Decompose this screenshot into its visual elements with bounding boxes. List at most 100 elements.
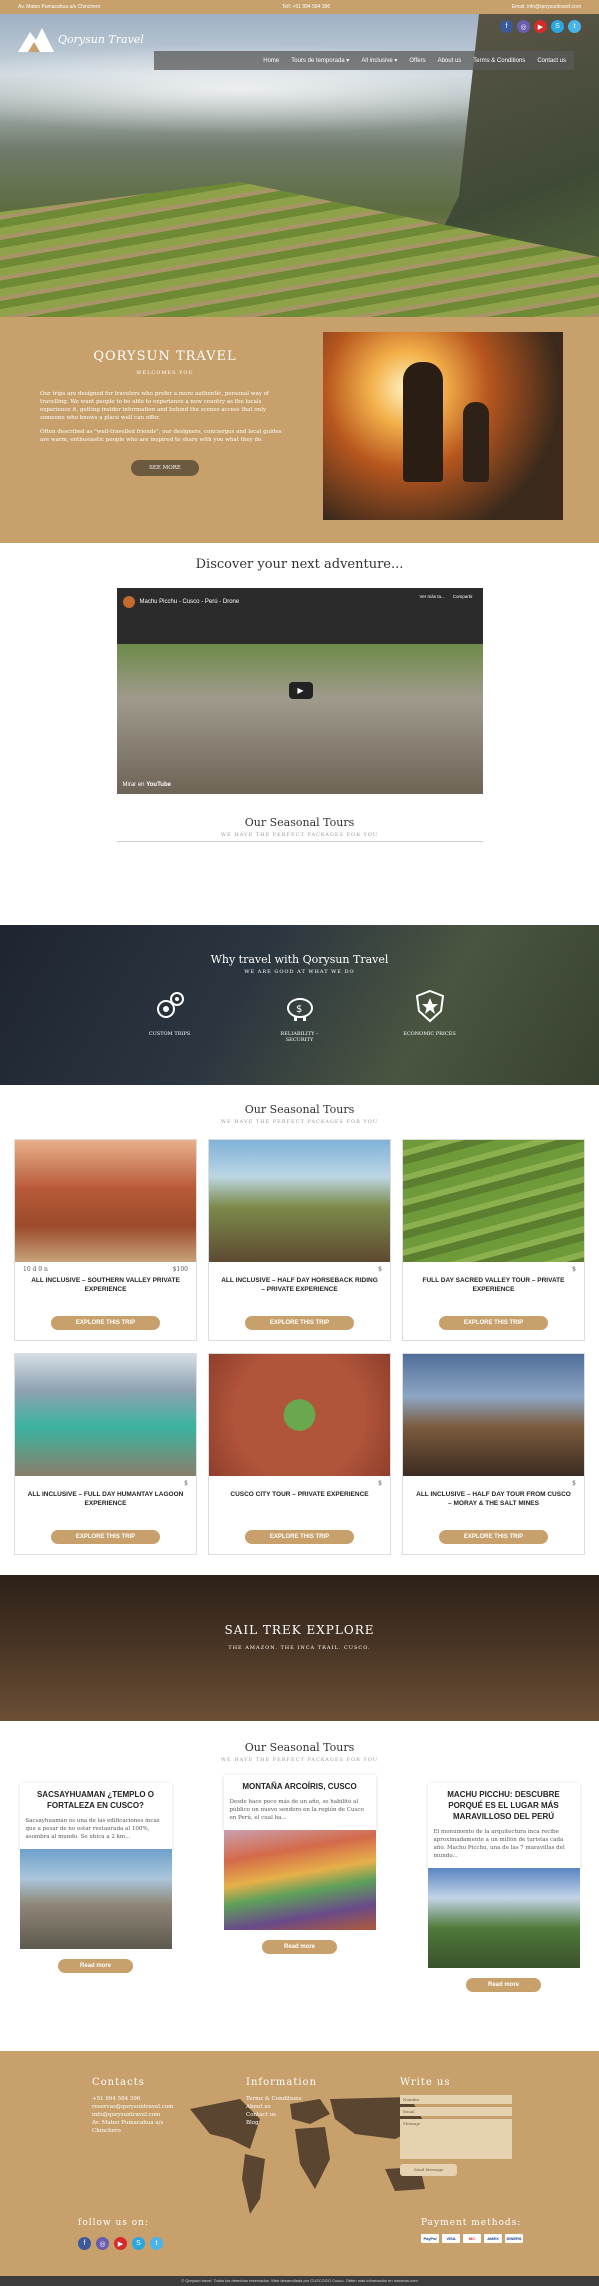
discover-section: Discover your next adventure... Machu Pi… xyxy=(0,543,599,925)
feature-custom-trips: CUSTOM TRIPS xyxy=(140,989,200,1043)
nav-terms[interactable]: Terms & Conditions xyxy=(473,58,525,64)
feature-economic-prices: ECONOMIC PRICES xyxy=(400,989,460,1043)
facebook-icon[interactable]: f xyxy=(500,20,513,33)
message-field[interactable]: Mensaje xyxy=(400,2119,512,2159)
tour-card[interactable]: $ FULL DAY SACRED VALLEY TOUR – PRIVATE … xyxy=(402,1139,585,1341)
nav-home[interactable]: Home xyxy=(263,58,279,64)
tour-card[interactable]: $ ALL INCLUSIVE – HALF DAY HORSEBACK RID… xyxy=(208,1139,391,1341)
post-excerpt: El monumento de la arquitectura inca rec… xyxy=(433,1829,565,1859)
twitter-icon[interactable]: t xyxy=(568,20,581,33)
youtube-video-embed[interactable]: Machu Picchu - Cusco - Perú - Drone Ver … xyxy=(116,588,483,794)
blog-title: Our Seasonal Tours xyxy=(244,1741,355,1754)
why-title: Why travel with Qorysun Travel xyxy=(210,953,389,966)
post-title[interactable]: MACHU PICCHU: DESCUBRE PORQUÉ ES EL LUGA… xyxy=(434,1789,574,1822)
channel-avatar[interactable] xyxy=(122,596,135,608)
contact-email-info[interactable]: info@qorysuntravel.com xyxy=(92,2111,182,2119)
phone-link[interactable]: Telf: +51 994 584 396 xyxy=(282,4,330,10)
post-image-rainbow-mountain[interactable] xyxy=(223,1830,376,1930)
nav-offers[interactable]: Offers xyxy=(409,58,425,64)
tour-image-southern-valley[interactable] xyxy=(15,1140,196,1262)
youtube-icon[interactable]: ▶ xyxy=(114,2237,127,2250)
tour-name[interactable]: ALL INCLUSIVE – HALF DAY HORSEBACK RIDIN… xyxy=(209,1274,390,1300)
see-more-button[interactable]: SEE MORE xyxy=(131,460,199,476)
site-logo[interactable]: Qorysun Travel xyxy=(18,24,144,54)
read-more-button[interactable]: Read more xyxy=(261,1940,337,1954)
feature-label: ECONOMIC PRICES xyxy=(403,1031,456,1037)
footer-information: Information Terms & Conditions About us … xyxy=(246,2078,336,2127)
footer-link-terms[interactable]: Terms & Conditions xyxy=(246,2095,336,2103)
email-link[interactable]: Email: info@qorysuntravel.com xyxy=(512,4,581,10)
nav-contact[interactable]: Contact us xyxy=(537,58,566,64)
top-info-bar: Av. Mateo Pumacahua a/s Chinchero Telf: … xyxy=(0,0,599,14)
tour-price: $ xyxy=(378,1266,382,1273)
banner-title: SAIL TREK EXPLORE xyxy=(224,1623,375,1637)
contact-city: Chinchero xyxy=(92,2128,121,2134)
explore-trip-button[interactable]: EXPLORE THIS TRIP xyxy=(51,1316,160,1330)
feature-label: CUSTOM TRIPS xyxy=(148,1031,191,1037)
contact-email-reservas[interactable]: reservas@qorysuntravel.com xyxy=(92,2103,182,2111)
watch-on-youtube[interactable]: Mirar en YouTube xyxy=(123,782,171,788)
tour-image-sacred-valley[interactable] xyxy=(403,1140,584,1262)
gears-icon xyxy=(156,992,184,1018)
main-nav: Home Tours de temporada ▾ All inclusive … xyxy=(154,51,574,70)
tour-name[interactable]: CUSCO CITY TOUR – PRIVATE EXPERIENCE xyxy=(209,1488,390,1514)
diners-icon: DINERS xyxy=(505,2234,523,2243)
tour-image-cusco-city[interactable] xyxy=(209,1354,390,1476)
email-field[interactable]: Email xyxy=(400,2107,512,2116)
explore-trip-button[interactable]: EXPLORE THIS TRIP xyxy=(245,1316,354,1330)
tour-name[interactable]: ALL INCLUSIVE – SOUTHERN VALLEY PRIVATE … xyxy=(15,1274,196,1300)
name-field[interactable]: Nombre xyxy=(400,2095,512,2104)
youtube-icon[interactable]: ▶ xyxy=(534,20,547,33)
hero-banner: Qorysun Travel f ◎ ▶ S t Home Tours de t… xyxy=(0,14,599,317)
tours-title: Our Seasonal Tours xyxy=(244,1103,355,1116)
tour-card[interactable]: $ ALL INCLUSIVE – HALF DAY TOUR FROM CUS… xyxy=(402,1353,585,1555)
footer-link-contact[interactable]: Contact us xyxy=(246,2111,336,2119)
play-icon[interactable]: ▶ xyxy=(288,682,313,699)
tour-image-horseback[interactable] xyxy=(209,1140,390,1262)
post-image-sacsayhuaman[interactable] xyxy=(19,1849,172,1949)
tour-name[interactable]: ALL INCLUSIVE – HALF DAY TOUR FROM CUSCO… xyxy=(403,1488,584,1514)
tour-name[interactable]: ALL INCLUSIVE – FULL DAY HUMANTAY LAGOON… xyxy=(15,1488,196,1514)
share-button[interactable]: Compartir xyxy=(453,594,473,599)
video-header: Machu Picchu - Cusco - Perú - Drone xyxy=(117,588,483,616)
explore-trip-button[interactable]: EXPLORE THIS TRIP xyxy=(439,1316,548,1330)
explore-trip-button[interactable]: EXPLORE THIS TRIP xyxy=(51,1530,160,1544)
read-more-button[interactable]: Read more xyxy=(465,1978,541,1992)
nav-all-inclusive[interactable]: All inclusive ▾ xyxy=(361,57,397,64)
twitter-icon[interactable]: t xyxy=(150,2237,163,2250)
instagram-icon[interactable]: ◎ xyxy=(96,2237,109,2250)
footer-link-about[interactable]: About us xyxy=(246,2103,336,2111)
tour-card[interactable]: 10 d 9 n $100 ALL INCLUSIVE – SOUTHERN VA… xyxy=(14,1139,197,1341)
amex-icon: AMEX xyxy=(484,2234,502,2243)
skype-icon[interactable]: S xyxy=(132,2237,145,2250)
instagram-icon[interactable]: ◎ xyxy=(517,20,530,33)
post-image-machu-picchu[interactable] xyxy=(427,1868,580,1968)
footer-follow: follow us on: f ◎ ▶ S t xyxy=(78,2218,163,2250)
nav-seasonal-tours[interactable]: Tours de temporada ▾ xyxy=(291,57,349,64)
explore-trip-button[interactable]: EXPLORE THIS TRIP xyxy=(439,1530,548,1544)
post-title[interactable]: MONTAÑA ARCOÍRIS, CUSCO xyxy=(230,1781,370,1792)
facebook-icon[interactable]: f xyxy=(78,2237,91,2250)
watch-later-button[interactable]: Ver más ta... xyxy=(419,594,444,599)
read-more-button[interactable]: Read more xyxy=(57,1959,133,1973)
tour-grid: 10 d 9 n $100 ALL INCLUSIVE – SOUTHERN VA… xyxy=(14,1139,585,1555)
contact-phone[interactable]: +51 994 584 396 xyxy=(92,2095,182,2103)
tour-card[interactable]: $ CUSCO CITY TOUR – PRIVATE EXPERIENCE E… xyxy=(208,1353,391,1555)
welcome-section: QORYSUN TRAVEL WELCOMES YOU Our trips ar… xyxy=(0,317,599,543)
tour-image-moray[interactable] xyxy=(403,1354,584,1476)
tour-image-humantay[interactable] xyxy=(15,1354,196,1476)
nav-about[interactable]: About us xyxy=(438,58,462,64)
footer-link-blog[interactable]: Blog xyxy=(246,2119,336,2127)
hiker-figure xyxy=(403,362,443,482)
paypal-icon: PayPal xyxy=(421,2234,439,2243)
tour-name[interactable]: FULL DAY SACRED VALLEY TOUR – PRIVATE EX… xyxy=(403,1274,584,1300)
send-message-button[interactable]: Send Message xyxy=(400,2164,458,2176)
explore-trip-button[interactable]: EXPLORE THIS TRIP xyxy=(245,1530,354,1544)
tour-price: $ xyxy=(378,1480,382,1487)
blog-posts: SACSAYHUAMAN ¿TEMPLO O FORTALEZA EN CUSC… xyxy=(19,1775,580,1992)
post-title[interactable]: SACSAYHUAMAN ¿TEMPLO O FORTALEZA EN CUSC… xyxy=(26,1789,166,1811)
skype-icon[interactable]: S xyxy=(551,20,564,33)
contacts-title: Contacts xyxy=(92,2077,145,2088)
video-title[interactable]: Machu Picchu - Cusco - Perú - Drone xyxy=(140,599,240,605)
tour-card[interactable]: $ ALL INCLUSIVE – FULL DAY HUMANTAY LAGO… xyxy=(14,1353,197,1555)
